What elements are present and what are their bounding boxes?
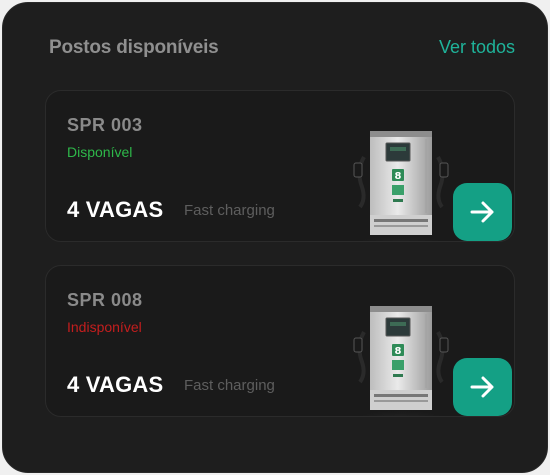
station-status: Disponível xyxy=(67,144,133,160)
arrow-right-icon xyxy=(470,201,493,223)
svg-text:8: 8 xyxy=(395,171,402,182)
station-card[interactable]: SPR 003 Disponível 4 VAGAS Fast charging xyxy=(45,90,515,242)
go-button[interactable] xyxy=(453,358,512,416)
station-spots: 4 VAGAS xyxy=(67,372,164,397)
stations-panel: Postos disponíveis Ver todos SPR 003 Dis… xyxy=(2,2,548,473)
see-all-link[interactable]: Ver todos xyxy=(439,37,515,58)
station-status: Indisponível xyxy=(67,319,142,335)
charge-type: Fast charging xyxy=(184,202,275,219)
station-id: SPR 003 xyxy=(67,115,143,135)
svg-text:8: 8 xyxy=(395,346,402,357)
ev-charger-image: 8 xyxy=(346,306,456,416)
arrow-right-icon xyxy=(470,376,493,398)
station-id: SPR 008 xyxy=(67,290,143,310)
station-spots: 4 VAGAS xyxy=(67,197,164,222)
station-card[interactable]: SPR 008 Indisponível 4 VAGAS Fast chargi… xyxy=(45,265,515,417)
panel-title: Postos disponíveis xyxy=(49,37,219,58)
ev-charger-image: 8 xyxy=(346,131,456,241)
go-button[interactable] xyxy=(453,183,512,241)
panel-header: Postos disponíveis Ver todos xyxy=(49,37,515,63)
charge-type: Fast charging xyxy=(184,377,275,394)
